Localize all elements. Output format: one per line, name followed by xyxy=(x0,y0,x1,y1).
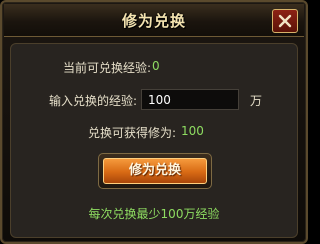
content-panel: 当前可兑换经验: 0 输入兑换的经验: 万 兑换可获得修为: 100 修为兑换 … xyxy=(10,43,298,238)
current-exp-value: 0 xyxy=(152,59,160,73)
exchange-dialog: 修为兑换 当前可兑换经验: 0 输入兑换的经验: 万 兑换可获得修为: 100 … xyxy=(0,0,308,244)
exchange-button[interactable]: 修为兑换 xyxy=(98,153,212,189)
exchange-button-label: 修为兑换 xyxy=(103,158,207,184)
unit-label: 万 xyxy=(250,94,263,108)
title-bar: 修为兑换 xyxy=(4,4,304,37)
current-exp-label: 当前可兑换经验: xyxy=(63,61,152,75)
result-value: 100 xyxy=(181,124,204,138)
minimum-notice: 每次兑换最少100万经验 xyxy=(88,207,220,221)
close-icon xyxy=(278,14,292,28)
input-exp-label: 输入兑换的经验: xyxy=(49,94,138,108)
result-label: 兑换可获得修为: xyxy=(88,126,177,140)
close-button[interactable] xyxy=(272,9,298,33)
dialog-title: 修为兑换 xyxy=(121,12,186,30)
exp-amount-input[interactable] xyxy=(141,89,239,110)
